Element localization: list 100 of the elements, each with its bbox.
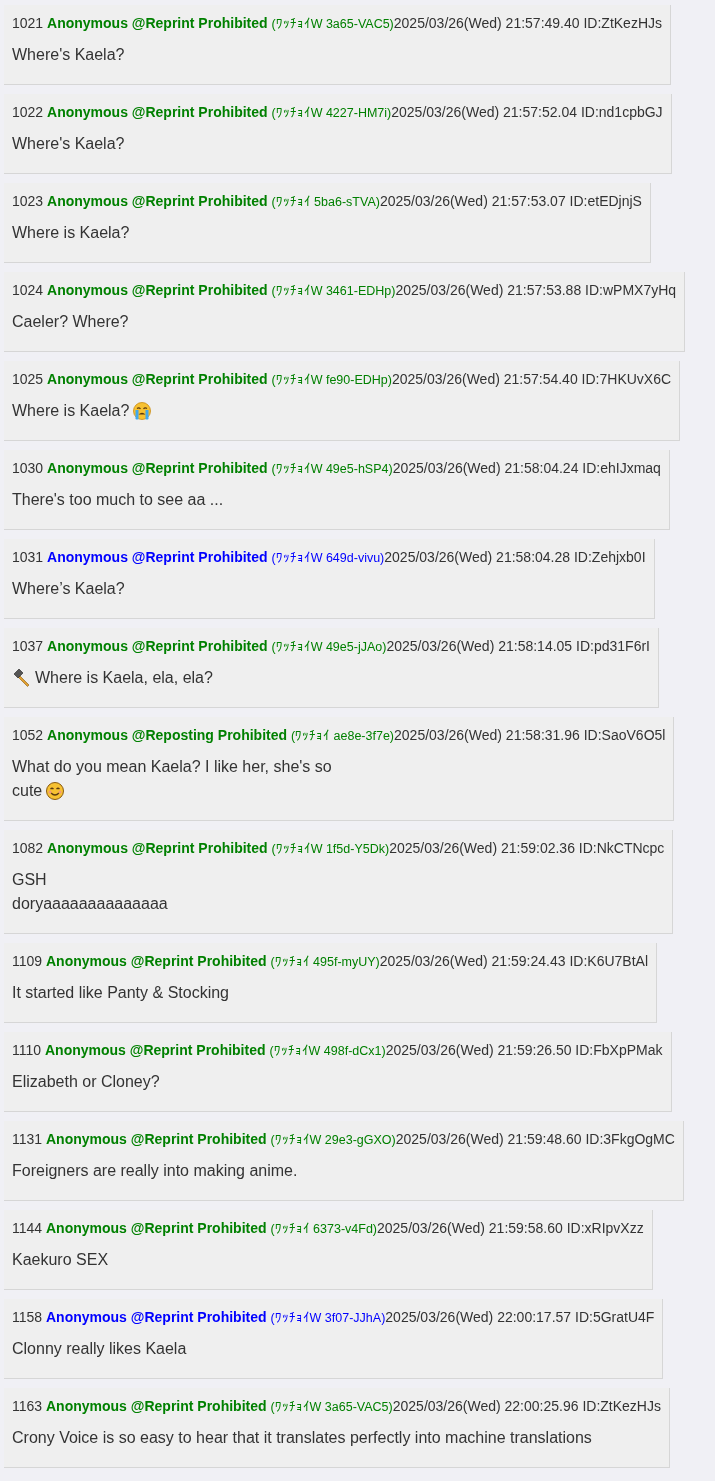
post-number[interactable]: 1023: [12, 193, 44, 209]
post-date: 2025/03/26(Wed) 21:59:48.60: [395, 1131, 582, 1147]
post-text: Where is Kaela, ela, ela?: [35, 668, 213, 688]
post-date: 2025/03/26(Wed) 21:58:04.24: [392, 460, 579, 476]
post-date: 2025/03/26(Wed) 21:57:54.40: [391, 371, 578, 387]
post-number[interactable]: 1052: [12, 727, 44, 743]
crying-face-icon: [132, 401, 153, 421]
post-number[interactable]: 1131: [12, 1131, 43, 1147]
post-text: Where's Kaela?: [12, 134, 125, 154]
poster-name: Anonymous @Reprint Prohibited: [47, 549, 268, 565]
post-text: doryaaaaaaaaaaaaaa: [12, 894, 168, 914]
poster-tag: (ﾜｯﾁｮｲW 3461-EDHp): [271, 284, 396, 298]
post-date: 2025/03/26(Wed) 21:57:53.88: [395, 282, 582, 298]
hammer-icon: [12, 668, 32, 688]
poster-name: Anonymous @Reprint Prohibited: [47, 282, 268, 298]
post-date: 2025/03/26(Wed) 21:59:26.50: [385, 1042, 572, 1058]
post-number[interactable]: 1109: [12, 953, 43, 969]
poster-id[interactable]: ID:pd31F6rI: [576, 638, 650, 654]
poster-name: Anonymous @Reprint Prohibited: [46, 953, 267, 969]
post-text: Clonny really likes Kaela: [12, 1339, 187, 1359]
poster-name: Anonymous @Reposting Prohibited: [47, 727, 288, 743]
poster-tag: (ﾜｯﾁｮｲW 649d-vivu): [271, 551, 385, 565]
poster-tag: (ﾜｯﾁｮｲW 29e3-gGXO): [270, 1133, 396, 1147]
poster-name: Anonymous @Reprint Prohibited: [47, 104, 268, 120]
post-text: cute: [12, 781, 43, 801]
post-number[interactable]: 1082: [12, 840, 44, 856]
post-date: 2025/03/26(Wed) 21:59:02.36: [389, 840, 575, 856]
post-date: 2025/03/26(Wed) 21:57:53.07: [379, 193, 566, 209]
post-text: Where is Kaela?: [12, 401, 130, 421]
poster-id[interactable]: ID:Zehjxb0I: [573, 549, 646, 565]
poster-tag: (ﾜｯﾁｮｲW 1f5d-Y5Dk): [271, 842, 390, 856]
post-text: Foreigners are really into making anime.: [12, 1161, 298, 1181]
post-number[interactable]: 1024: [12, 282, 44, 298]
poster-id[interactable]: ID:7HKUvX6C: [581, 371, 672, 387]
poster-tag: (ﾜｯﾁｮｲW 498f-dCx1): [269, 1044, 386, 1058]
post-text: Crony Voice is so easy to hear that it translates perfectly into machine translations: [12, 1428, 592, 1448]
poster-name: Anonymous @Reprint Prohibited: [46, 1398, 267, 1414]
post-date: 2025/03/26(Wed) 21:59:58.60: [377, 1220, 563, 1236]
post-date: 2025/03/26(Wed) 21:57:52.04: [391, 104, 577, 120]
post-text: It started like Panty & Stocking: [12, 983, 229, 1003]
poster-name: Anonymous @Reprint Prohibited: [47, 638, 268, 654]
poster-name: Anonymous @Reprint Prohibited: [47, 15, 268, 31]
post-number[interactable]: 1163: [12, 1398, 43, 1414]
poster-id[interactable]: ID:ZtKezHJs: [583, 15, 663, 31]
post-text: Where is Kaela?: [12, 223, 130, 243]
poster-tag: (ﾜｯﾁｮｲ ae8e-3f7e): [290, 729, 395, 743]
post-text: What do you mean Kaela? I like her, she's so: [12, 757, 332, 777]
poster-id[interactable]: ID:nd1cpbGJ: [580, 104, 663, 120]
poster-id[interactable]: ID:FbXpPMak: [575, 1042, 663, 1058]
poster-name: Anonymous @Reprint Prohibited: [44, 1042, 266, 1058]
poster-tag: (ﾜｯﾁｮｲW fe90-EDHp): [271, 373, 392, 387]
post-text: Elizabeth or Cloney?: [12, 1072, 160, 1092]
poster-id[interactable]: ID:NkCTNcpc: [578, 840, 665, 856]
post-date: 2025/03/26(Wed) 21:58:14.05: [386, 638, 573, 654]
poster-id[interactable]: ID:SaoV6O5l: [583, 727, 666, 743]
post-number[interactable]: 1021: [12, 15, 44, 31]
post-number[interactable]: 1144: [12, 1220, 43, 1236]
poster-name: Anonymous @Reprint Prohibited: [46, 1309, 267, 1325]
post-date: 2025/03/26(Wed) 21:58:31.96: [394, 727, 580, 743]
poster-name: Anonymous @Reprint Prohibited: [47, 460, 268, 476]
poster-tag: (ﾜｯﾁｮｲ 495f-myUY): [270, 955, 380, 969]
post-number[interactable]: 1025: [12, 371, 44, 387]
poster-tag: (ﾜｯﾁｮｲW 3f07-JJhA): [270, 1311, 386, 1325]
poster-id[interactable]: ID:wPMX7yHq: [585, 282, 677, 298]
post-text: GSH: [12, 870, 47, 890]
poster-tag: (ﾜｯﾁｮｲ 5ba6-sTVA): [271, 195, 380, 209]
poster-name: Anonymous @Reprint Prohibited: [47, 193, 268, 209]
post-number[interactable]: 1037: [12, 638, 44, 654]
poster-id[interactable]: ID:ehIJxmaq: [582, 460, 661, 476]
post-date: 2025/03/26(Wed) 21:58:04.28: [384, 549, 571, 565]
post-date: 2025/03/26(Wed) 21:59:24.43: [379, 953, 566, 969]
post-text: Where's Kaela?: [12, 45, 125, 65]
post-text: Caeler? Where?: [12, 312, 129, 332]
poster-name: Anonymous @Reprint Prohibited: [46, 1220, 267, 1236]
poster-id[interactable]: ID:5GratU4F: [575, 1309, 655, 1325]
poster-tag: (ﾜｯﾁｮｲW 49e5-jJAo): [271, 640, 387, 654]
post-number[interactable]: 1031: [12, 549, 44, 565]
post-date: 2025/03/26(Wed) 22:00:17.57: [385, 1309, 572, 1325]
post-number[interactable]: 1022: [12, 104, 44, 120]
smiling-face-icon: [45, 781, 66, 801]
poster-id[interactable]: ID:K6U7BtAl: [569, 953, 649, 969]
post-date: 2025/03/26(Wed) 22:00:25.96: [392, 1398, 579, 1414]
poster-tag: (ﾜｯﾁｮｲW 3a65-VAC5): [270, 1400, 393, 1414]
post-number[interactable]: 1158: [12, 1309, 43, 1325]
poster-tag: (ﾜｯﾁｮｲW 3a65-VAC5): [271, 17, 394, 31]
poster-tag: (ﾜｯﾁｮｲ 6373-v4Fd): [270, 1222, 377, 1236]
poster-tag: (ﾜｯﾁｮｲW 4227-HM7i): [271, 106, 392, 120]
poster-id[interactable]: ID:etEDjnjS: [569, 193, 642, 209]
poster-tag: (ﾜｯﾁｮｲW 49e5-hSP4): [271, 462, 393, 476]
post-date: 2025/03/26(Wed) 21:57:49.40: [393, 15, 580, 31]
poster-id[interactable]: ID:ZtKezHJs: [582, 1398, 661, 1414]
poster-id[interactable]: ID:xRIpvXzz: [566, 1220, 644, 1236]
post-number[interactable]: 1110: [12, 1042, 42, 1058]
post-number[interactable]: 1030: [12, 460, 44, 476]
post-text: There's too much to see aa ...: [12, 490, 224, 510]
poster-id[interactable]: ID:3FkgOgMC: [585, 1131, 675, 1147]
post-text: Kaekuro SEX: [12, 1250, 109, 1270]
poster-name: Anonymous @Reprint Prohibited: [47, 840, 268, 856]
poster-name: Anonymous @Reprint Prohibited: [47, 371, 268, 387]
poster-name: Anonymous @Reprint Prohibited: [46, 1131, 267, 1147]
